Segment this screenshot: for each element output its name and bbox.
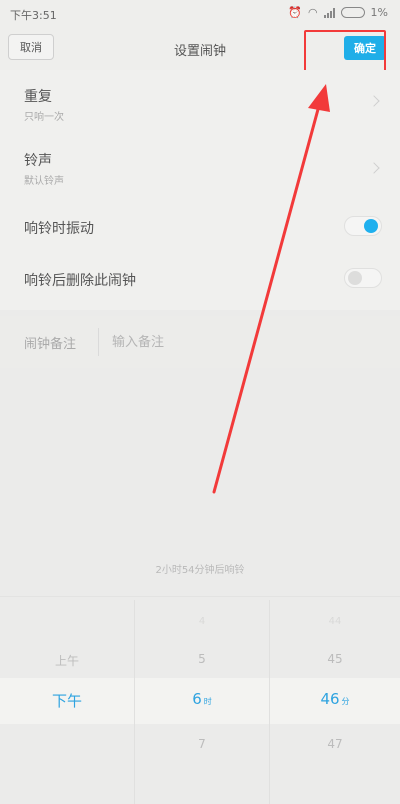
hour-option: 4 [198, 616, 206, 627]
delete-after-toggle[interactable] [344, 268, 382, 288]
vibrate-row: 响铃时振动 [0, 206, 400, 250]
battery-percent: 1% [370, 6, 388, 19]
repeat-value: 只响一次 [24, 112, 64, 123]
hour-wheel[interactable]: 4 5 6时 7 [134, 600, 269, 804]
battery-icon [340, 7, 365, 18]
minute-option: 45 [327, 652, 343, 666]
minute-value: 46 [320, 690, 340, 708]
wifi-icon: ◠ [307, 6, 318, 19]
ampm-option: 上午 [54, 654, 79, 668]
minute-unit: 分 [341, 697, 350, 706]
note-label: 闹钟备注 [24, 337, 77, 352]
repeat-label: 重复 [24, 89, 52, 105]
alarm-icon: ⏰ [288, 6, 302, 19]
status-bar: 下午3:51 ⏰ ◠ 1% [0, 0, 400, 26]
hour-unit: 时 [203, 697, 212, 706]
ringtone-value: 默认铃声 [24, 176, 64, 187]
minute-wheel[interactable]: 44 45 46 分 47 [269, 600, 400, 804]
status-time: 下午3:51 [10, 9, 57, 22]
hour-option: 7 [198, 737, 206, 751]
toggle-knob [348, 271, 362, 285]
countdown-text: 2小时54分钟后响铃 [155, 565, 245, 576]
vibrate-label: 响铃时振动 [24, 221, 94, 237]
signal-icon [323, 7, 335, 18]
chevron-right-icon [368, 95, 380, 107]
note-divider [98, 328, 99, 356]
picker-top-divider [0, 596, 400, 597]
vibrate-toggle[interactable] [344, 216, 382, 236]
ringtone-label: 铃声 [24, 153, 52, 169]
status-icons: ⏰ ◠ 1% [288, 6, 388, 19]
ringtone-row[interactable]: 铃声 默认铃声 [0, 144, 400, 204]
toggle-knob [364, 219, 378, 233]
ampm-selected: 下午 [51, 692, 82, 710]
settings-list: 重复 只响一次 铃声 默认铃声 响铃时振动 响铃后删除此闹钟 [0, 70, 400, 310]
delete-after-label: 响铃后删除此闹钟 [24, 273, 136, 289]
minute-selected: 46 分 [270, 690, 400, 708]
minute-option: 47 [327, 737, 343, 751]
note-input[interactable] [112, 328, 352, 356]
hour-value: 6 [192, 690, 202, 708]
repeat-row[interactable]: 重复 只响一次 [0, 70, 400, 130]
ampm-wheel[interactable]: 上午 下午 [0, 600, 134, 804]
note-row: 闹钟备注 [0, 316, 400, 368]
minute-option: 44 [328, 616, 342, 627]
hour-option: 5 [198, 652, 206, 666]
time-picker: 上午 下午 4 5 6时 7 44 45 46 分 47 [0, 600, 400, 804]
hour-selected: 6时 [135, 690, 269, 708]
delete-after-row: 响铃后删除此闹钟 [0, 260, 400, 304]
chevron-right-icon [368, 162, 380, 174]
